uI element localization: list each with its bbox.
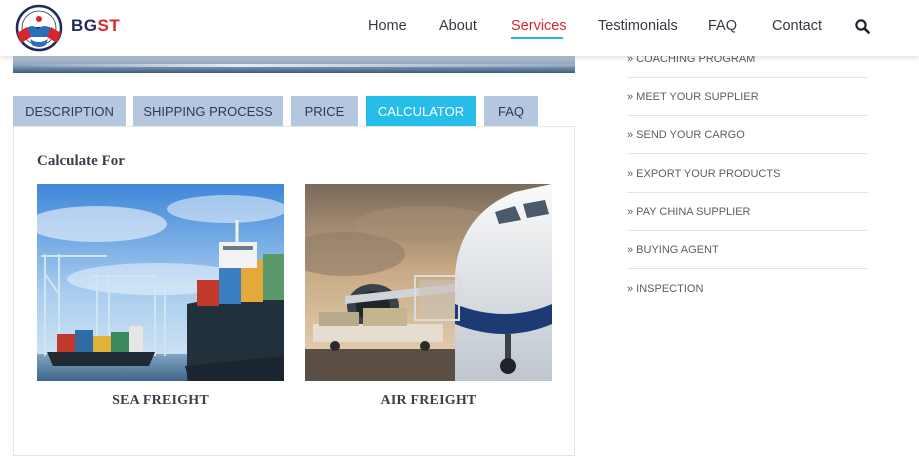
- sidebar-item-label: » PAY CHINA SUPPLIER: [627, 205, 751, 218]
- nav-faq[interactable]: FAQ: [708, 18, 737, 34]
- air-freight-option[interactable]: AIR FREIGHT: [305, 184, 552, 424]
- logo-emblem-icon: [15, 4, 63, 52]
- sidebar-item-send-your-cargo[interactable]: » SEND YOUR CARGO: [627, 116, 868, 154]
- nav-contact[interactable]: Contact: [772, 18, 822, 34]
- nav-about[interactable]: About: [439, 18, 477, 34]
- brand-name-part2: ST: [97, 16, 121, 35]
- sidebar-item-meet-your-supplier[interactable]: » MEET YOUR SUPPLIER: [627, 78, 868, 116]
- sea-freight-option[interactable]: SEA FREIGHT: [37, 184, 284, 424]
- tab-faq[interactable]: FAQ: [484, 96, 538, 126]
- sidebar-item-label: » INSPECTION: [627, 283, 704, 295]
- nav-home[interactable]: Home: [368, 18, 407, 34]
- tab-shipping-process[interactable]: SHIPPING PROCESS: [133, 96, 283, 126]
- tab-price[interactable]: PRICE: [291, 96, 358, 126]
- sidebar-item-export-your-products[interactable]: » EXPORT YOUR PRODUCTS: [627, 155, 868, 193]
- sidebar-item-buying-agent[interactable]: » BUYING AGENT: [627, 231, 868, 269]
- nav-services[interactable]: Services: [511, 18, 567, 34]
- site-header: BGST Home About Services Testimonials FA…: [0, 0, 919, 56]
- logo[interactable]: [12, 3, 66, 53]
- nav-testimonials[interactable]: Testimonials: [598, 18, 678, 34]
- calculator-panel: Calculate For SEA FREIGHT AIR FREIGHT: [13, 126, 575, 456]
- air-freight-image: [305, 184, 552, 381]
- sidebar-item-pay-china-supplier[interactable]: » PAY CHINA SUPPLIER: [627, 193, 868, 231]
- sidebar-item-label: » BUYING AGENT: [627, 243, 719, 256]
- sidebar-item-label: » EXPORT YOUR PRODUCTS: [627, 167, 781, 180]
- sidebar-item-inspection[interactable]: » INSPECTION: [627, 270, 868, 308]
- calculator-title: Calculate For: [37, 153, 125, 169]
- brand-name-part1: BG: [71, 16, 98, 35]
- hero-image-strip: [13, 54, 575, 73]
- sea-freight-image: [37, 184, 284, 381]
- tab-description[interactable]: DESCRIPTION: [13, 96, 126, 126]
- nav-active-indicator: [511, 37, 563, 39]
- search-icon[interactable]: [855, 19, 870, 34]
- tab-calculator[interactable]: CALCULATOR: [366, 96, 476, 126]
- sidebar-item-label: » SEND YOUR CARGO: [627, 128, 745, 141]
- brand-name[interactable]: BGST: [71, 16, 120, 36]
- hero-image-highlight: [13, 64, 575, 67]
- sidebar-item-label: » MEET YOUR SUPPLIER: [627, 90, 759, 103]
- air-freight-label: AIR FREIGHT: [380, 393, 477, 408]
- sea-freight-label: SEA FREIGHT: [112, 393, 209, 408]
